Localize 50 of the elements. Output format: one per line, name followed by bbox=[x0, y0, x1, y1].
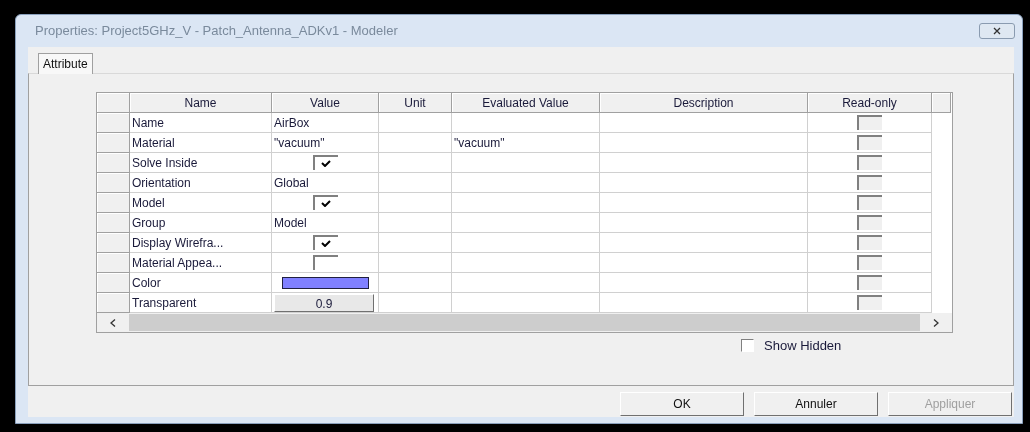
column-header: Name bbox=[130, 93, 272, 113]
checkbox[interactable] bbox=[312, 195, 338, 210]
checkbox[interactable] bbox=[857, 195, 882, 210]
window-title: Properties: Project5GHz_V - Patch_Antenna_ADKv1 - Modeler bbox=[35, 22, 398, 41]
color-swatch[interactable] bbox=[281, 276, 369, 289]
table-cell: Group bbox=[130, 213, 272, 233]
checkbox[interactable] bbox=[857, 115, 882, 130]
checkbox[interactable] bbox=[312, 255, 338, 270]
table-cell: Model bbox=[272, 213, 379, 233]
table-cell: Material bbox=[130, 133, 272, 153]
table-cell: Solve Inside bbox=[130, 153, 272, 173]
table-cell: Color bbox=[130, 273, 272, 293]
scroll-right-icon bbox=[933, 318, 939, 327]
close-button[interactable] bbox=[979, 23, 1015, 39]
checkbox[interactable] bbox=[857, 175, 882, 190]
table-cell: AirBox bbox=[272, 113, 379, 133]
scrollbar-thumb[interactable] bbox=[129, 314, 920, 331]
checkbox[interactable] bbox=[857, 275, 882, 290]
value-button[interactable]: 0.9 bbox=[274, 293, 374, 312]
checkbox[interactable] bbox=[857, 295, 882, 310]
table-cell: Model bbox=[130, 193, 272, 213]
dialog-button[interactable]: Annuler bbox=[754, 392, 878, 416]
table-cell: Name bbox=[130, 113, 272, 133]
checkbox-label: Show Hidden bbox=[764, 337, 842, 355]
column-header: Description bbox=[600, 93, 808, 113]
checkmark-icon bbox=[321, 160, 331, 167]
checkbox[interactable] bbox=[857, 235, 882, 250]
checkbox[interactable] bbox=[857, 135, 882, 150]
checkbox[interactable] bbox=[857, 155, 882, 170]
column-header: Unit bbox=[379, 93, 452, 113]
checkmark-icon bbox=[321, 240, 331, 247]
checkbox[interactable] bbox=[312, 235, 338, 250]
checkbox[interactable] bbox=[857, 255, 882, 270]
checkbox[interactable] bbox=[857, 215, 882, 230]
close-icon bbox=[993, 27, 1001, 35]
checkbox[interactable] bbox=[312, 155, 338, 170]
dialog-button[interactable]: OK bbox=[620, 392, 744, 416]
scroll-left-icon bbox=[110, 318, 116, 327]
table-cell: "vacuum" bbox=[272, 133, 379, 153]
table-cell: Material Appea... bbox=[130, 253, 272, 273]
checkbox[interactable] bbox=[741, 339, 754, 353]
column-header: Read-only bbox=[808, 93, 932, 113]
table-cell: Orientation bbox=[130, 173, 272, 193]
table-cell: "vacuum" bbox=[452, 133, 600, 153]
checkmark-icon bbox=[321, 200, 331, 207]
column-header: Evaluated Value bbox=[452, 93, 600, 113]
table-cell: Display Wirefra... bbox=[130, 233, 272, 253]
tab[interactable]: Attribute bbox=[38, 53, 93, 74]
column-header: Value bbox=[272, 93, 379, 113]
table-cell: Global bbox=[272, 173, 379, 193]
